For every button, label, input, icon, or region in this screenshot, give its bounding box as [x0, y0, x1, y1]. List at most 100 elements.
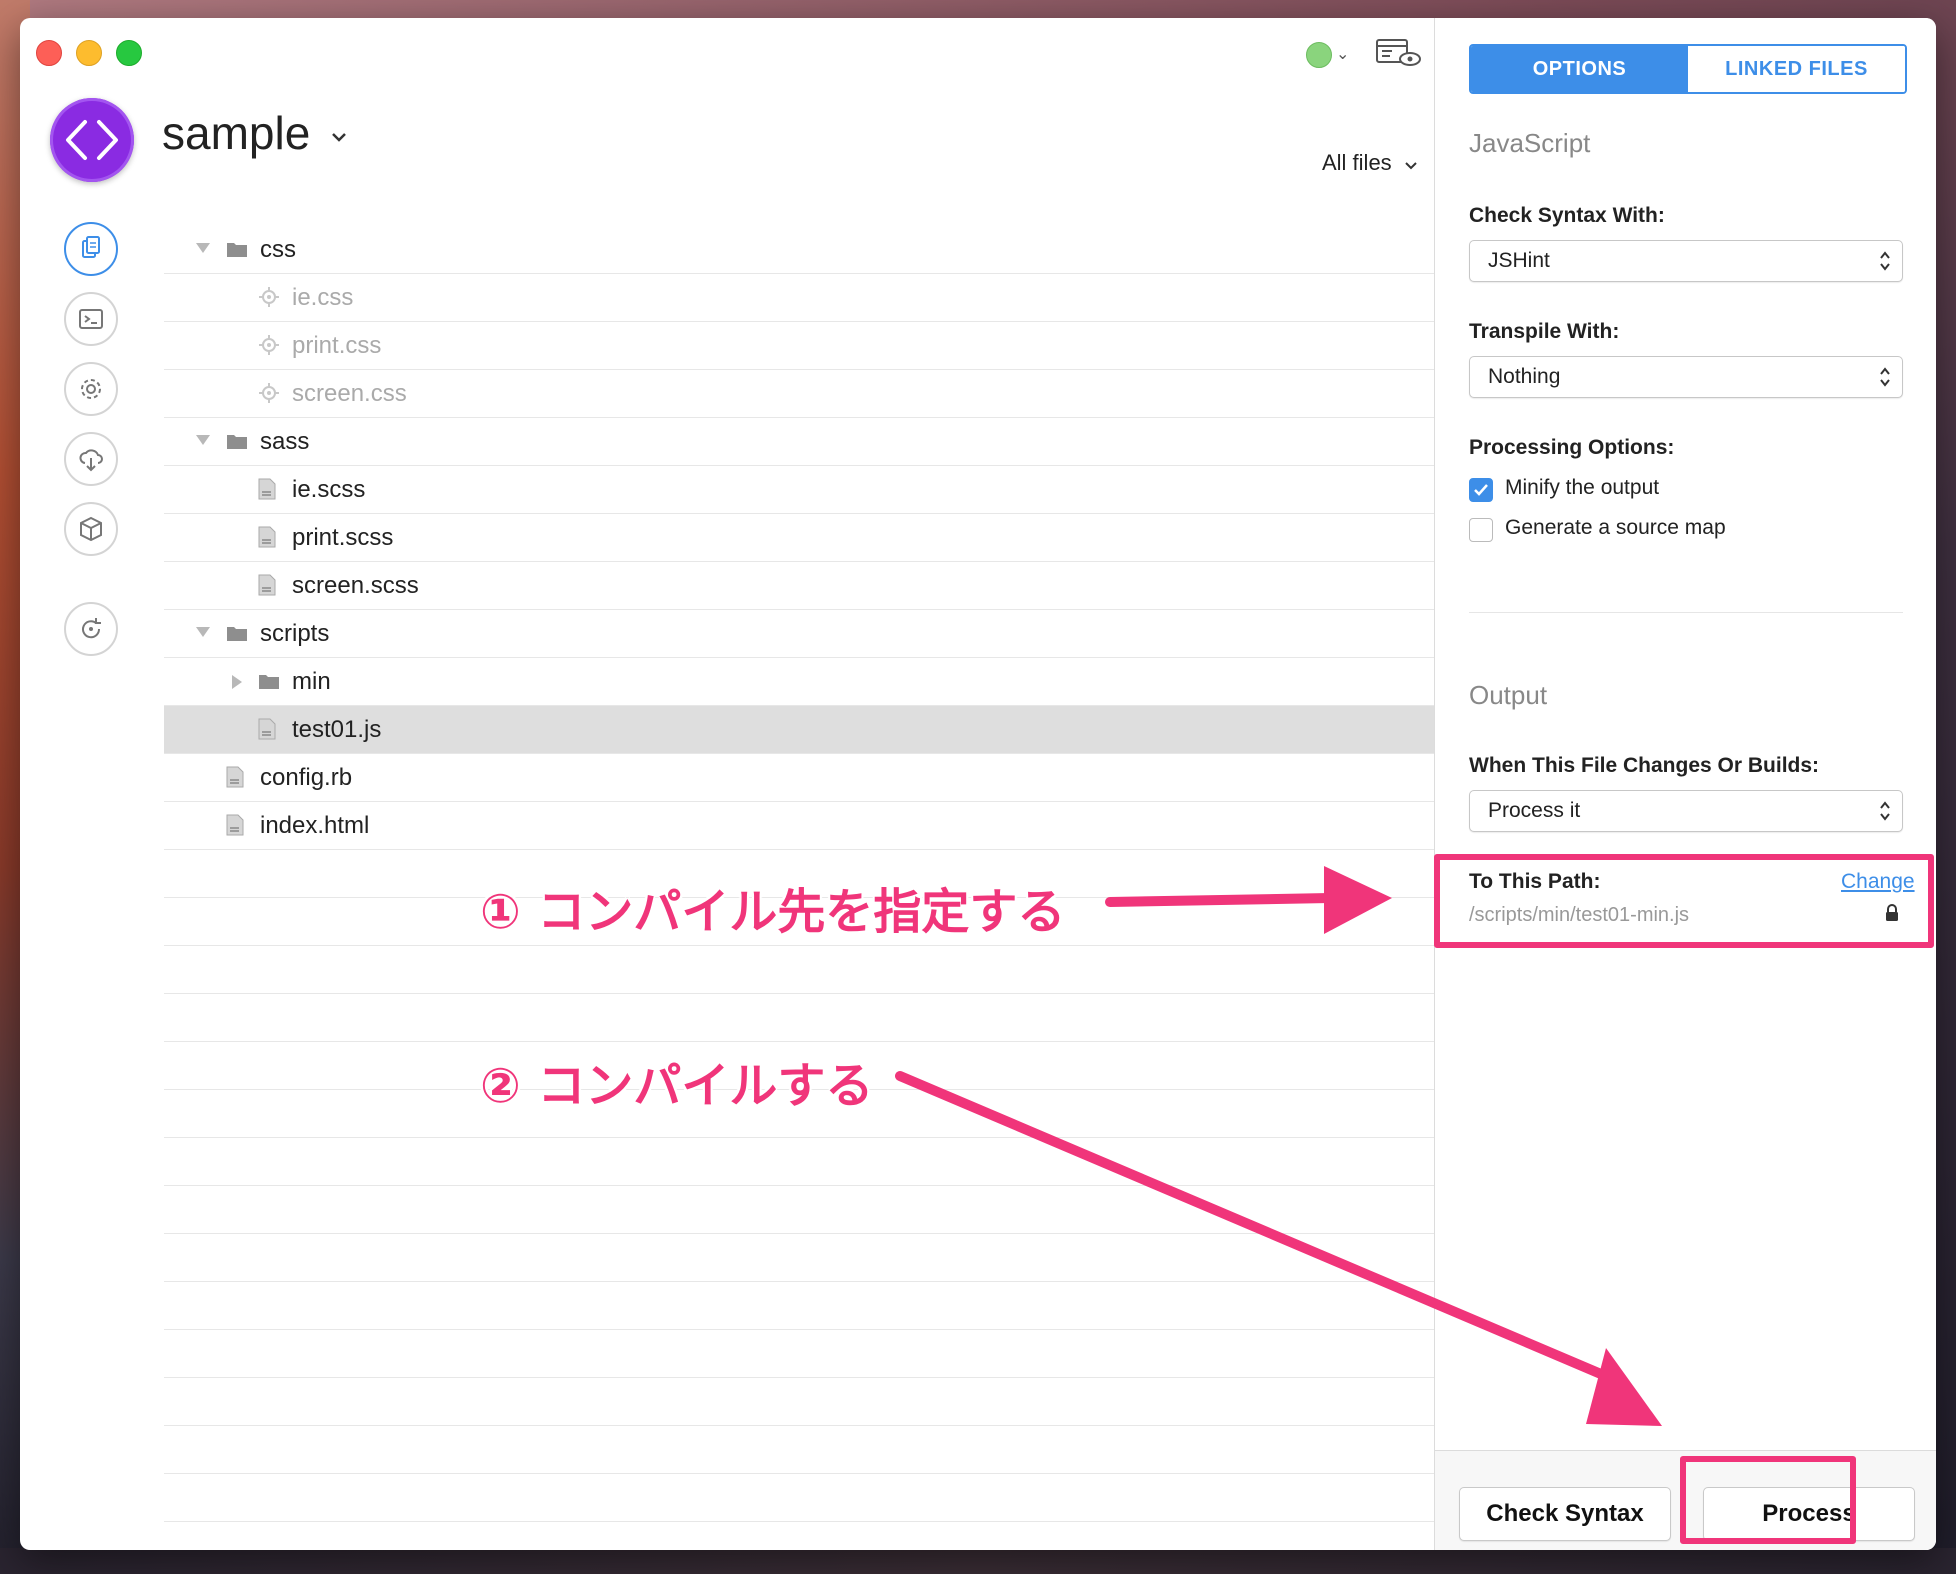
disclosure-expanded-icon[interactable] [196, 627, 210, 637]
minimize-window-button[interactable] [76, 40, 102, 66]
tree-item-label: index.html [260, 812, 370, 839]
file-icon [258, 478, 276, 505]
project-logo-icon[interactable] [50, 98, 134, 182]
server-status-indicator[interactable] [1306, 42, 1332, 68]
file-icon [258, 574, 276, 601]
updown-chevron-icon [1878, 799, 1892, 828]
tree-row[interactable]: config.rb [164, 754, 1436, 802]
highlight-process-button [1680, 1456, 1856, 1544]
generated-file-icon [258, 382, 280, 409]
sourcemap-label[interactable]: Generate a source map [1505, 516, 1726, 540]
tree-row[interactable]: screen.css [164, 370, 1436, 418]
minify-label[interactable]: Minify the output [1505, 476, 1659, 500]
updown-chevron-icon [1878, 249, 1892, 278]
processing-options-label: Processing Options: [1469, 436, 1675, 459]
file-icon [258, 526, 276, 553]
preview-eye-icon[interactable] [1376, 38, 1422, 73]
annotation-step1: ① コンパイル先を指定する [480, 884, 1066, 940]
tree-item-label: sass [260, 428, 310, 455]
empty-row [164, 1426, 1436, 1474]
file-icon [226, 814, 244, 841]
tree-row[interactable]: print.scss [164, 514, 1436, 562]
tree-item-label: scripts [260, 620, 330, 647]
when-changes-select[interactable]: Process it [1469, 790, 1903, 832]
chevron-down-icon[interactable] [1404, 158, 1418, 176]
tree-item-label: print.css [292, 332, 382, 359]
transpile-value: Nothing [1488, 365, 1561, 388]
empty-row [164, 1234, 1436, 1282]
chevron-down-icon[interactable] [330, 130, 348, 148]
minify-checkbox[interactable] [1469, 478, 1493, 502]
disclosure-collapsed-icon[interactable] [232, 675, 242, 689]
folder-icon [226, 240, 248, 263]
annotation-step2: ② コンパイルする [480, 1058, 874, 1114]
folder-icon [226, 624, 248, 647]
terminal-icon[interactable] [64, 292, 118, 346]
inspector-panel: OPTIONS LINKED FILES JavaScript Check Sy… [1434, 18, 1936, 1550]
tree-item-label: ie.scss [292, 476, 366, 503]
tree-row[interactable]: scripts [164, 610, 1436, 658]
close-window-button[interactable] [36, 40, 62, 66]
tree-row[interactable]: test01.js [164, 706, 1436, 754]
package-icon[interactable] [64, 502, 118, 556]
transpile-label: Transpile With: [1469, 320, 1620, 343]
zoom-window-button[interactable] [116, 40, 142, 66]
empty-row [164, 1330, 1436, 1378]
checkmark-icon [1474, 484, 1488, 496]
project-title[interactable]: sample [162, 106, 310, 160]
desktop-background-bottom [0, 1548, 1956, 1574]
file-icon [226, 766, 244, 793]
empty-row [164, 1138, 1436, 1186]
check-syntax-select[interactable]: JSHint [1469, 240, 1903, 282]
cloud-sync-icon[interactable] [64, 432, 118, 486]
generated-file-icon [258, 286, 280, 313]
tree-item-label: config.rb [260, 764, 353, 791]
settings-icon[interactable] [64, 362, 118, 416]
tree-row[interactable]: print.css [164, 322, 1436, 370]
when-changes-label: When This File Changes Or Builds: [1469, 754, 1820, 777]
tree-item-label: min [292, 668, 331, 695]
tree-item-label: screen.scss [292, 572, 419, 599]
tree-row[interactable]: screen.scss [164, 562, 1436, 610]
sourcemap-checkbox[interactable] [1469, 518, 1493, 542]
file-filter-dropdown[interactable]: All files [1322, 150, 1392, 176]
generated-file-icon [258, 334, 280, 361]
app-window: ⌄ sample All files css ie.css print.css … [20, 18, 1936, 1550]
tree-row[interactable]: min [164, 658, 1436, 706]
section-divider [1469, 612, 1903, 613]
folder-icon [258, 672, 280, 695]
empty-row [164, 1378, 1436, 1426]
files-icon[interactable] [64, 222, 118, 276]
panel-tab-switcher: OPTIONS LINKED FILES [1469, 44, 1907, 94]
tree-item-label: test01.js [292, 716, 382, 743]
transpile-select[interactable]: Nothing [1469, 356, 1903, 398]
tree-item-label: screen.css [292, 380, 407, 407]
check-syntax-button[interactable]: Check Syntax [1459, 1487, 1671, 1541]
tree-row[interactable]: ie.css [164, 274, 1436, 322]
file-icon [258, 718, 276, 745]
empty-row [164, 946, 1436, 994]
tab-linked-files[interactable]: LINKED FILES [1688, 46, 1905, 92]
tree-row[interactable]: sass [164, 418, 1436, 466]
disclosure-expanded-icon[interactable] [196, 435, 210, 445]
tree-row[interactable]: index.html [164, 802, 1436, 850]
empty-row [164, 1282, 1436, 1330]
tab-options[interactable]: OPTIONS [1471, 46, 1688, 92]
when-changes-value: Process it [1488, 799, 1581, 822]
chevron-down-icon[interactable]: ⌄ [1336, 44, 1349, 64]
tree-item-label: css [260, 236, 296, 263]
disclosure-expanded-icon[interactable] [196, 243, 210, 253]
updown-chevron-icon [1878, 365, 1892, 394]
empty-row [164, 1186, 1436, 1234]
folder-icon [226, 432, 248, 455]
output-section-title: Output [1469, 680, 1548, 710]
tree-row[interactable]: ie.scss [164, 466, 1436, 514]
empty-row [164, 994, 1436, 1042]
tree-row[interactable]: css [164, 226, 1436, 274]
tree-item-label: ie.css [292, 284, 354, 311]
empty-row [164, 1474, 1436, 1522]
refresh-icon[interactable] [64, 602, 118, 656]
tree-item-label: print.scss [292, 524, 394, 551]
check-syntax-label: Check Syntax With: [1469, 204, 1665, 227]
highlight-output-path [1434, 854, 1934, 948]
